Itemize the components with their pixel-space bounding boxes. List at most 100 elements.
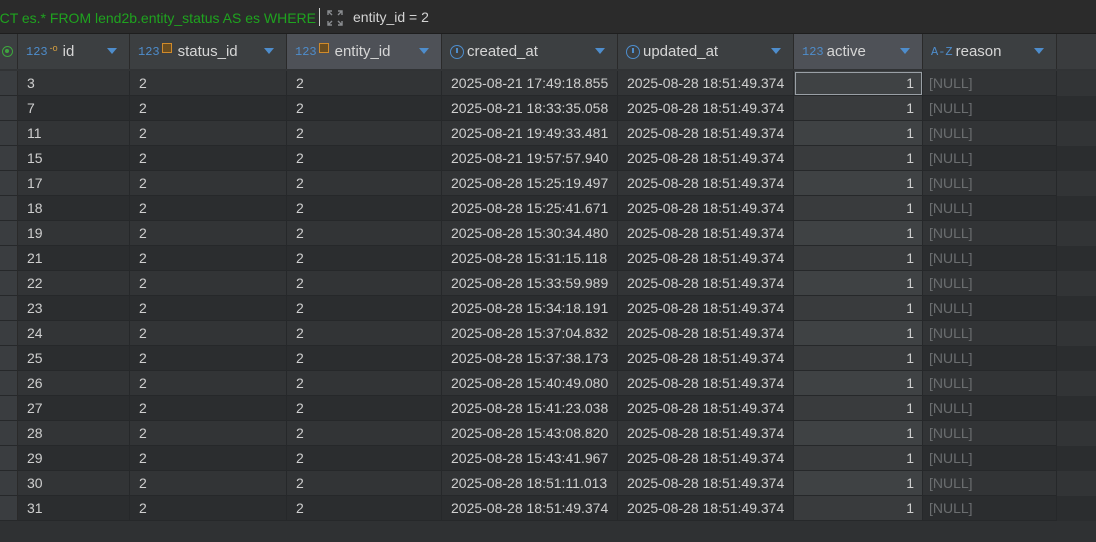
cell-reason[interactable]: [NULL] bbox=[923, 71, 1057, 96]
cell-active[interactable]: 1 bbox=[794, 96, 923, 121]
table-row[interactable]: 23 2 2 2025-08-28 15:34:18.191 2025-08-28 18… bbox=[0, 296, 1096, 321]
table-row[interactable]: 30 2 2 2025-08-28 18:51:11.013 2025-08-28 18… bbox=[0, 471, 1096, 496]
cell-created-at[interactable]: 2025-08-28 18:51:11.013 bbox=[442, 471, 618, 496]
cell-created-at[interactable]: 2025-08-28 15:31:15.118 bbox=[442, 246, 618, 271]
cell-entity-id[interactable]: 2 bbox=[287, 246, 442, 271]
cell-updated-at[interactable]: 2025-08-28 18:51:49.374 bbox=[618, 321, 794, 346]
sort-filter-arrow-icon[interactable] bbox=[419, 48, 429, 54]
expand-icon[interactable] bbox=[326, 9, 344, 27]
row-number-cell[interactable] bbox=[0, 321, 18, 346]
cell-id[interactable]: 28 bbox=[18, 421, 130, 446]
cell-active[interactable]: 1 bbox=[794, 246, 923, 271]
cell-id[interactable]: 17 bbox=[18, 171, 130, 196]
cell-id[interactable]: 23 bbox=[18, 296, 130, 321]
table-row[interactable]: 15 2 2 2025-08-21 19:57:57.940 2025-08-28 18… bbox=[0, 146, 1096, 171]
cell-entity-id[interactable]: 2 bbox=[287, 471, 442, 496]
cell-status-id[interactable]: 2 bbox=[130, 221, 287, 246]
row-number-cell[interactable] bbox=[0, 196, 18, 221]
cell-created-at[interactable]: 2025-08-28 15:30:34.480 bbox=[442, 221, 618, 246]
cell-reason[interactable]: [NULL] bbox=[923, 346, 1057, 371]
column-header-created-at[interactable]: created_at bbox=[442, 34, 618, 69]
table-row[interactable]: 26 2 2 2025-08-28 15:40:49.080 2025-08-28 18… bbox=[0, 371, 1096, 396]
cell-updated-at[interactable]: 2025-08-28 18:51:49.374 bbox=[618, 446, 794, 471]
cell-created-at[interactable]: 2025-08-28 15:34:18.191 bbox=[442, 296, 618, 321]
table-row[interactable]: 3 2 2 2025-08-21 17:49:18.855 2025-08-28 18:… bbox=[0, 71, 1096, 96]
cell-updated-at[interactable]: 2025-08-28 18:51:49.374 bbox=[618, 396, 794, 421]
row-number-cell[interactable] bbox=[0, 271, 18, 296]
sort-filter-arrow-icon[interactable] bbox=[107, 48, 117, 54]
cell-reason[interactable]: [NULL] bbox=[923, 371, 1057, 396]
row-number-cell[interactable] bbox=[0, 171, 18, 196]
cell-entity-id[interactable]: 2 bbox=[287, 321, 442, 346]
cell-entity-id[interactable]: 2 bbox=[287, 71, 442, 96]
cell-id[interactable]: 27 bbox=[18, 396, 130, 421]
cell-status-id[interactable]: 2 bbox=[130, 121, 287, 146]
table-row[interactable]: 24 2 2 2025-08-28 15:37:04.832 2025-08-28 18… bbox=[0, 321, 1096, 346]
cell-reason[interactable]: [NULL] bbox=[923, 396, 1057, 421]
cell-updated-at[interactable]: 2025-08-28 18:51:49.374 bbox=[618, 146, 794, 171]
cell-status-id[interactable]: 2 bbox=[130, 171, 287, 196]
cell-id[interactable]: 31 bbox=[18, 496, 130, 521]
row-number-cell[interactable] bbox=[0, 296, 18, 321]
cell-created-at[interactable]: 2025-08-28 18:51:49.374 bbox=[442, 496, 618, 521]
cell-id[interactable]: 29 bbox=[18, 446, 130, 471]
cell-active[interactable]: 1 bbox=[794, 321, 923, 346]
cell-updated-at[interactable]: 2025-08-28 18:51:49.374 bbox=[618, 96, 794, 121]
table-row[interactable]: 21 2 2 2025-08-28 15:31:15.118 2025-08-28 18… bbox=[0, 246, 1096, 271]
column-header-reason[interactable]: A-Z reason bbox=[923, 34, 1057, 69]
cell-entity-id[interactable]: 2 bbox=[287, 296, 442, 321]
cell-updated-at[interactable]: 2025-08-28 18:51:49.374 bbox=[618, 121, 794, 146]
cell-created-at[interactable]: 2025-08-28 15:37:04.832 bbox=[442, 321, 618, 346]
cell-created-at[interactable]: 2025-08-28 15:37:38.173 bbox=[442, 346, 618, 371]
cell-updated-at[interactable]: 2025-08-28 18:51:49.374 bbox=[618, 171, 794, 196]
cell-id[interactable]: 15 bbox=[18, 146, 130, 171]
cell-entity-id[interactable]: 2 bbox=[287, 496, 442, 521]
cell-id[interactable]: 21 bbox=[18, 246, 130, 271]
row-number-cell[interactable] bbox=[0, 146, 18, 171]
cell-created-at[interactable]: 2025-08-28 15:25:19.497 bbox=[442, 171, 618, 196]
sort-filter-arrow-icon[interactable] bbox=[264, 48, 274, 54]
table-row[interactable]: 27 2 2 2025-08-28 15:41:23.038 2025-08-28 18… bbox=[0, 396, 1096, 421]
cell-active[interactable]: 1 bbox=[794, 421, 923, 446]
cell-created-at[interactable]: 2025-08-21 19:57:57.940 bbox=[442, 146, 618, 171]
cell-id[interactable]: 26 bbox=[18, 371, 130, 396]
cell-reason[interactable]: [NULL] bbox=[923, 171, 1057, 196]
cell-entity-id[interactable]: 2 bbox=[287, 421, 442, 446]
row-number-cell[interactable] bbox=[0, 371, 18, 396]
cell-status-id[interactable]: 2 bbox=[130, 271, 287, 296]
cell-id[interactable]: 30 bbox=[18, 471, 130, 496]
cell-entity-id[interactable]: 2 bbox=[287, 221, 442, 246]
cell-id[interactable]: 3 bbox=[18, 71, 130, 96]
filter-input[interactable]: entity_id = 2 bbox=[353, 9, 429, 25]
cell-reason[interactable]: [NULL] bbox=[923, 321, 1057, 346]
cell-reason[interactable]: [NULL] bbox=[923, 146, 1057, 171]
cell-updated-at[interactable]: 2025-08-28 18:51:49.374 bbox=[618, 246, 794, 271]
cell-active[interactable]: 1 bbox=[794, 296, 923, 321]
table-row[interactable]: 19 2 2 2025-08-28 15:30:34.480 2025-08-28 18… bbox=[0, 221, 1096, 246]
cell-status-id[interactable]: 2 bbox=[130, 496, 287, 521]
cell-status-id[interactable]: 2 bbox=[130, 196, 287, 221]
cell-entity-id[interactable]: 2 bbox=[287, 371, 442, 396]
row-number-cell[interactable] bbox=[0, 396, 18, 421]
cell-reason[interactable]: [NULL] bbox=[923, 421, 1057, 446]
cell-entity-id[interactable]: 2 bbox=[287, 446, 442, 471]
row-number-cell[interactable] bbox=[0, 221, 18, 246]
cell-status-id[interactable]: 2 bbox=[130, 71, 287, 96]
cell-entity-id[interactable]: 2 bbox=[287, 196, 442, 221]
cell-id[interactable]: 24 bbox=[18, 321, 130, 346]
cell-id[interactable]: 11 bbox=[18, 121, 130, 146]
column-header-status-id[interactable]: 123 status_id bbox=[130, 34, 287, 69]
column-header-entity-id[interactable]: 123 entity_id bbox=[287, 34, 442, 69]
sort-filter-arrow-icon[interactable] bbox=[595, 48, 605, 54]
cell-entity-id[interactable]: 2 bbox=[287, 396, 442, 421]
cell-reason[interactable]: [NULL] bbox=[923, 221, 1057, 246]
cell-created-at[interactable]: 2025-08-28 15:40:49.080 bbox=[442, 371, 618, 396]
cell-reason[interactable]: [NULL] bbox=[923, 96, 1057, 121]
table-row[interactable]: 28 2 2 2025-08-28 15:43:08.820 2025-08-28 18… bbox=[0, 421, 1096, 446]
cell-updated-at[interactable]: 2025-08-28 18:51:49.374 bbox=[618, 346, 794, 371]
cell-entity-id[interactable]: 2 bbox=[287, 121, 442, 146]
cell-updated-at[interactable]: 2025-08-28 18:51:49.374 bbox=[618, 221, 794, 246]
cell-status-id[interactable]: 2 bbox=[130, 446, 287, 471]
cell-status-id[interactable]: 2 bbox=[130, 246, 287, 271]
table-row[interactable]: 31 2 2 2025-08-28 18:51:49.374 2025-08-28 18… bbox=[0, 496, 1096, 521]
